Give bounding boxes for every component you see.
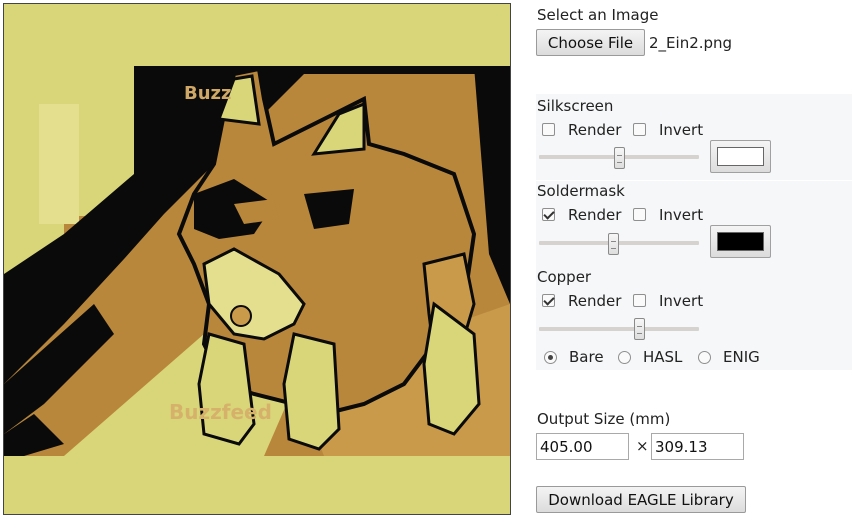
silkscreen-invert-label: Invert [659, 121, 704, 139]
soldermask-threshold-slider[interactable] [608, 233, 619, 255]
finish-bare-radio[interactable] [544, 351, 557, 364]
soldermask-threshold-track[interactable] [539, 241, 699, 245]
times-symbol: × [636, 437, 649, 455]
output-height-input[interactable]: 309.13 [651, 433, 744, 460]
silkscreen-color-swatch [717, 147, 764, 166]
copper-render-label: Render [568, 292, 622, 310]
copper-render-checkbox[interactable] [542, 294, 555, 307]
finish-bare-label: Bare [569, 348, 604, 366]
copper-invert-label: Invert [659, 292, 704, 310]
watermark-top: Buzz [184, 83, 232, 104]
soldermask-color-swatch [717, 232, 764, 251]
output-width-input[interactable]: 405.00 [536, 433, 629, 460]
download-eagle-library-button[interactable]: Download EAGLE Library [536, 486, 746, 513]
soldermask-color-button[interactable] [710, 225, 771, 258]
soldermask-render-checkbox[interactable] [542, 208, 555, 221]
watermark-bottom: Buzzfeed [169, 400, 272, 424]
copper-invert-checkbox[interactable] [633, 294, 646, 307]
silkscreen-title: Silkscreen [537, 97, 614, 115]
soldermask-title: Soldermask [537, 182, 625, 200]
copper-title: Copper [537, 268, 592, 286]
choose-file-button[interactable]: Choose File [536, 29, 645, 56]
pcb-preview: Buzz Buzzfeed [3, 3, 511, 515]
finish-enig-radio[interactable] [698, 351, 711, 364]
silkscreen-threshold-slider[interactable] [614, 147, 625, 169]
soldermask-invert-label: Invert [659, 206, 704, 224]
selected-filename: 2_Ein2.png [649, 34, 733, 52]
soldermask-invert-checkbox[interactable] [633, 208, 646, 221]
copper-threshold-slider[interactable] [634, 318, 645, 340]
select-image-label: Select an Image [537, 6, 659, 24]
pcb-preview-image: Buzz Buzzfeed [4, 4, 510, 514]
silkscreen-invert-checkbox[interactable] [633, 123, 646, 136]
silkscreen-render-checkbox[interactable] [542, 123, 555, 136]
silkscreen-render-label: Render [568, 121, 622, 139]
output-size-label: Output Size (mm) [537, 410, 671, 428]
finish-hasl-label: HASL [643, 348, 683, 366]
soldermask-render-label: Render [568, 206, 622, 224]
finish-hasl-radio[interactable] [618, 351, 631, 364]
finish-enig-label: ENIG [723, 348, 760, 366]
silkscreen-color-button[interactable] [710, 140, 771, 173]
copper-threshold-track[interactable] [539, 327, 699, 331]
